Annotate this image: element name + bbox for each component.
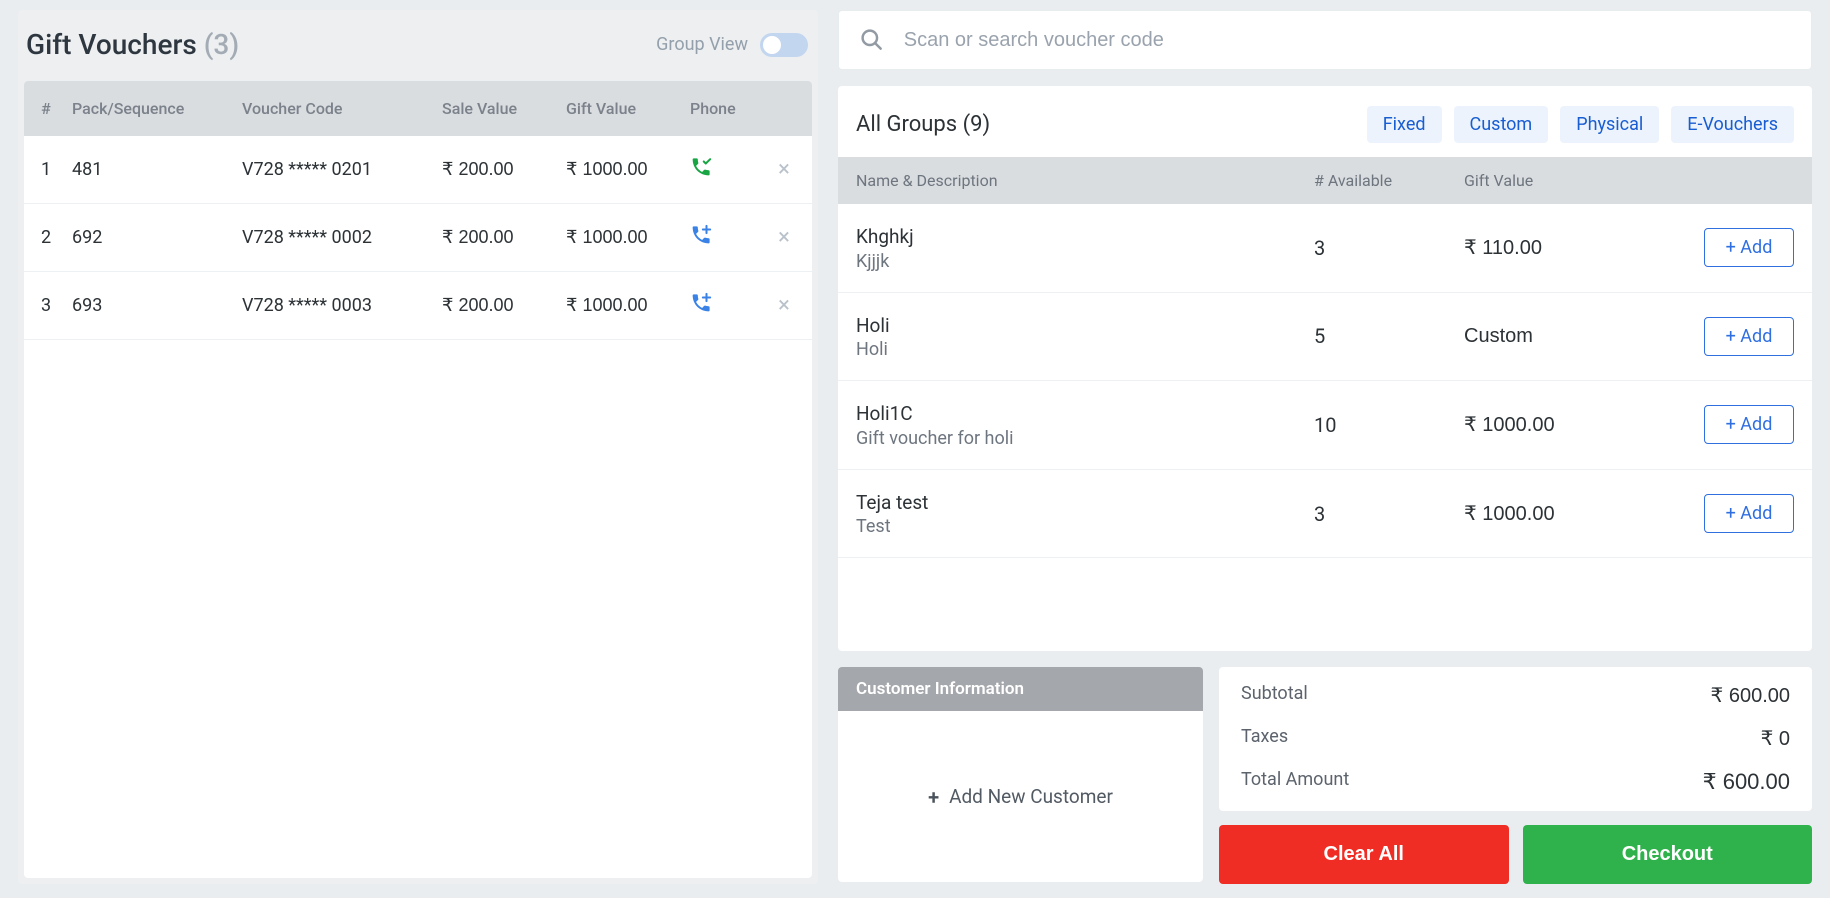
group-desc: Test <box>856 516 1314 537</box>
group-available: 3 <box>1314 502 1464 526</box>
row-gift: ₹ 1000.00 <box>562 139 686 200</box>
row-num: 2 <box>24 207 68 268</box>
search-icon <box>859 27 884 53</box>
chip-physical[interactable]: Physical <box>1560 106 1659 143</box>
clear-all-button[interactable]: Clear All <box>1219 825 1509 884</box>
col-code: Voucher Code <box>238 81 438 136</box>
groups-title: All Groups (9) <box>856 112 990 137</box>
totals-card: Subtotal ₹ 600.00 Taxes ₹ 0 Total Amount… <box>1219 667 1812 811</box>
taxes-value: ₹ 0 <box>1761 726 1790 751</box>
row-code: V728 ***** 0201 <box>238 139 438 200</box>
group-view-label: Group View <box>656 34 748 55</box>
phone-add-icon <box>690 298 712 319</box>
col-phone: Phone <box>686 81 756 136</box>
group-name: Holi <box>856 313 1314 340</box>
search-input[interactable] <box>904 29 1791 52</box>
row-gift: ₹ 1000.00 <box>562 207 686 268</box>
group-row: KhghkjKjjjk3₹ 110.00 + Add <box>838 204 1812 293</box>
customer-card: Customer Information + Add New Customer <box>838 667 1203 882</box>
group-available: 5 <box>1314 324 1464 348</box>
row-sale: ₹ 200.00 <box>438 275 562 336</box>
row-gift: ₹ 1000.00 <box>562 275 686 336</box>
group-available: 3 <box>1314 236 1464 260</box>
col-gift: Gift Value <box>562 81 686 136</box>
table-row: 2692V728 ***** 0002₹ 200.00₹ 1000.00 × <box>24 204 812 272</box>
voucher-count: (3) <box>204 28 239 61</box>
gcol-gift: Gift Value <box>1464 171 1674 190</box>
groups-card: All Groups (9) Fixed Custom Physical E-V… <box>838 86 1812 651</box>
col-num: # <box>24 81 68 136</box>
group-view-toggle-wrap: Group View <box>656 33 808 57</box>
phone-verified-icon <box>690 162 712 183</box>
chip-evouchers[interactable]: E-Vouchers <box>1671 106 1794 143</box>
filter-chips: Fixed Custom Physical E-Vouchers <box>1367 106 1794 143</box>
right-panel: All Groups (9) Fixed Custom Physical E-V… <box>838 10 1812 884</box>
table-row: 1481V728 ***** 0201₹ 200.00₹ 1000.00 × <box>24 136 812 204</box>
group-desc: Kjjjk <box>856 251 1314 272</box>
group-name: Teja test <box>856 490 1314 517</box>
group-row: Holi1CGift voucher for holi10₹ 1000.00 + … <box>838 381 1812 470</box>
checkout-button[interactable]: Checkout <box>1523 825 1813 884</box>
title-text: Gift Vouchers <box>26 28 197 61</box>
total-value: ₹ 600.00 <box>1703 769 1790 795</box>
group-gift-value: Custom <box>1464 325 1674 348</box>
chip-fixed[interactable]: Fixed <box>1367 106 1442 143</box>
row-code: V728 ***** 0002 <box>238 207 438 268</box>
group-gift-value: ₹ 1000.00 <box>1464 412 1674 437</box>
group-desc: Holi <box>856 339 1314 360</box>
phone-action[interactable] <box>686 204 756 271</box>
subtotal-label: Subtotal <box>1241 683 1308 708</box>
search-bar[interactable] <box>838 10 1812 70</box>
page-title: Gift Vouchers (3) <box>26 28 239 61</box>
phone-action[interactable] <box>686 272 756 339</box>
taxes-label: Taxes <box>1241 726 1288 751</box>
gcol-avail: # Available <box>1314 171 1464 190</box>
row-sale: ₹ 200.00 <box>438 207 562 268</box>
col-sale: Sale Value <box>438 81 562 136</box>
voucher-table: # Pack/Sequence Voucher Code Sale Value … <box>24 81 812 878</box>
voucher-table-header: # Pack/Sequence Voucher Code Sale Value … <box>24 81 812 136</box>
add-customer-button[interactable]: + Add New Customer <box>838 711 1203 882</box>
add-group-button[interactable]: + Add <box>1704 494 1794 533</box>
group-name: Khghkj <box>856 224 1314 251</box>
plus-icon: + <box>928 785 939 809</box>
remove-row-button[interactable]: × <box>756 273 812 338</box>
row-sale: ₹ 200.00 <box>438 139 562 200</box>
remove-row-button[interactable]: × <box>756 205 812 270</box>
row-pack: 693 <box>68 275 238 336</box>
table-row: 3693V728 ***** 0003₹ 200.00₹ 1000.00 × <box>24 272 812 340</box>
group-gift-value: ₹ 110.00 <box>1464 235 1674 260</box>
col-pack: Pack/Sequence <box>68 81 238 136</box>
chip-custom[interactable]: Custom <box>1454 106 1549 143</box>
row-num: 1 <box>24 139 68 200</box>
add-group-button[interactable]: + Add <box>1704 405 1794 444</box>
group-desc: Gift voucher for holi <box>856 428 1314 449</box>
row-pack: 481 <box>68 139 238 200</box>
gcol-name: Name & Description <box>856 171 1314 190</box>
group-name: Holi1C <box>856 401 1314 428</box>
row-num: 3 <box>24 275 68 336</box>
phone-action[interactable] <box>686 136 756 203</box>
left-panel: Gift Vouchers (3) Group View # Pack/Sequ… <box>18 10 818 884</box>
customer-card-title: Customer Information <box>838 667 1203 711</box>
add-group-button[interactable]: + Add <box>1704 228 1794 267</box>
phone-add-icon <box>690 230 712 251</box>
subtotal-value: ₹ 600.00 <box>1711 683 1790 708</box>
group-gift-value: ₹ 1000.00 <box>1464 501 1674 526</box>
groups-table-header: Name & Description # Available Gift Valu… <box>838 157 1812 204</box>
total-label: Total Amount <box>1241 769 1349 795</box>
row-pack: 692 <box>68 207 238 268</box>
row-code: V728 ***** 0003 <box>238 275 438 336</box>
add-customer-label: Add New Customer <box>949 785 1113 808</box>
remove-row-button[interactable]: × <box>756 137 812 202</box>
group-view-toggle[interactable] <box>760 33 808 57</box>
group-row: HoliHoli5Custom + Add <box>838 293 1812 382</box>
add-group-button[interactable]: + Add <box>1704 317 1794 356</box>
group-available: 10 <box>1314 413 1464 437</box>
group-row: Teja testTest3₹ 1000.00 + Add <box>838 470 1812 559</box>
